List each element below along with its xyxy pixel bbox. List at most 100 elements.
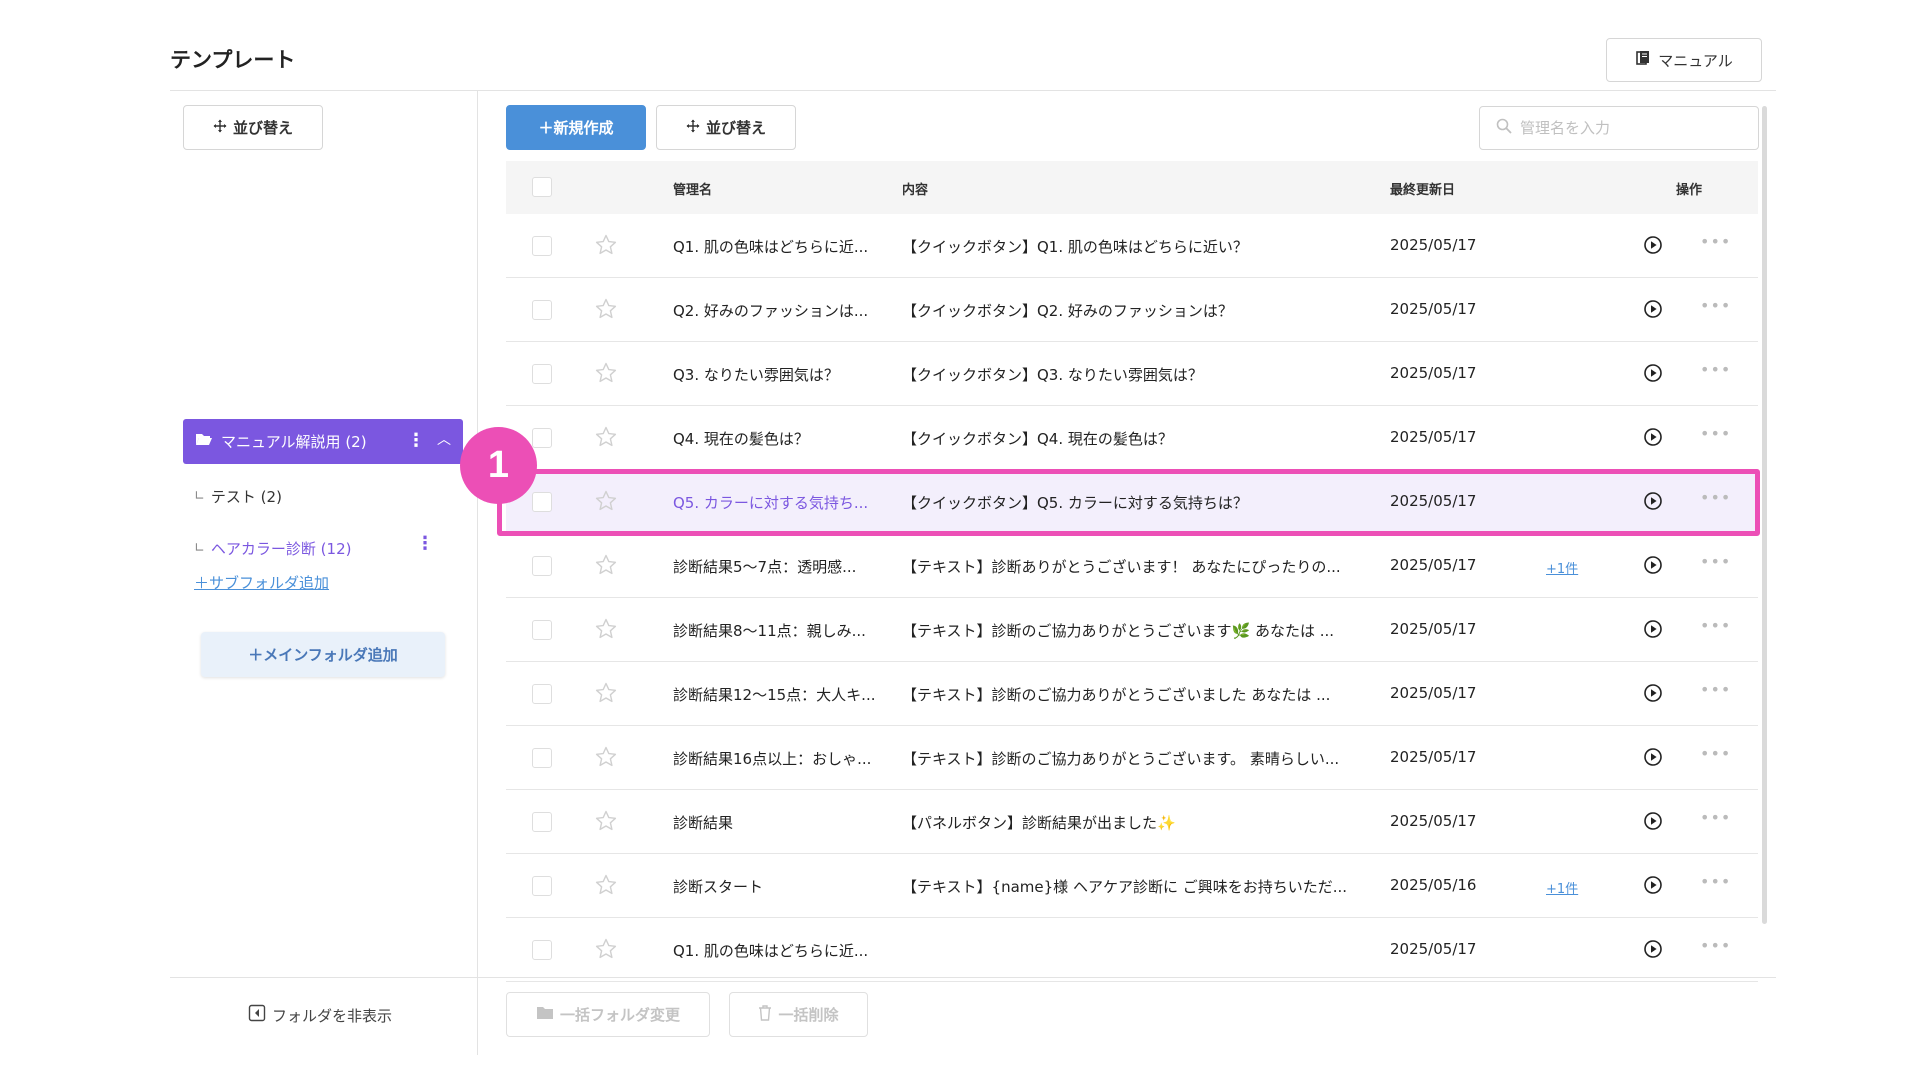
- sidebar-sort-button[interactable]: 並び替え: [183, 105, 323, 150]
- table-row[interactable]: 診断結果8〜11点：親しみ... 【テキスト】診断のご協力ありがとうございます🌿 …: [506, 598, 1758, 662]
- table-row[interactable]: 診断結果 【パネルボタン】診断結果が出ました✨ 2025/05/17 •••: [506, 790, 1758, 854]
- table-row[interactable]: Q1. 肌の色味はどちらに近... 2025/05/17 •••: [506, 918, 1758, 982]
- play-icon[interactable]: [1643, 299, 1663, 323]
- subfolder-prefix: ∟: [194, 541, 205, 556]
- table-row[interactable]: Q2. 好みのファッションは... 【クイックボタン】Q2. 好みのファッションは…: [506, 278, 1758, 342]
- row-updated-date: 2025/05/17: [1390, 300, 1477, 318]
- row-extra-count-link[interactable]: +1件: [1546, 878, 1578, 897]
- row-checkbox[interactable]: [532, 876, 552, 896]
- more-options-icon[interactable]: •••: [1700, 232, 1731, 251]
- subfolder-menu-icon[interactable]: ⋮: [416, 533, 434, 554]
- play-icon[interactable]: [1643, 683, 1663, 707]
- table-header: 管理名 内容 最終更新日 操作: [506, 161, 1758, 214]
- row-name: 診断結果8〜11点：親しみ...: [673, 622, 866, 640]
- table-scrollbar[interactable]: [1762, 106, 1767, 924]
- table-row[interactable]: Q5. カラーに対する気持ち... 【クイックボタン】Q5. カラーに対する気持ち…: [506, 470, 1758, 534]
- subfolder-item-haircolor[interactable]: ∟ ヘアカラー診断 (12): [194, 538, 351, 559]
- row-content: 【パネルボタン】診断結果が出ました✨: [902, 814, 1176, 832]
- row-updated-date: 2025/05/17: [1390, 556, 1477, 574]
- page-title: テンプレート: [170, 48, 296, 72]
- star-icon[interactable]: [594, 361, 618, 385]
- row-updated-date: 2025/05/17: [1390, 748, 1477, 766]
- hide-folder-button[interactable]: フォルダを非表示: [248, 1004, 392, 1026]
- more-options-icon[interactable]: •••: [1700, 936, 1731, 955]
- more-options-icon[interactable]: •••: [1700, 744, 1731, 763]
- more-options-icon[interactable]: •••: [1700, 552, 1731, 571]
- book-icon: [1635, 50, 1651, 70]
- table-row[interactable]: Q4. 現在の髪色は？ 【クイックボタン】Q4. 現在の髪色は？ 2025/05/1…: [506, 406, 1758, 470]
- play-icon[interactable]: [1643, 427, 1663, 451]
- add-main-folder-button[interactable]: ＋メインフォルダ追加: [201, 632, 445, 677]
- column-header-content: 内容: [902, 183, 929, 198]
- star-icon[interactable]: [594, 553, 618, 577]
- star-icon[interactable]: [594, 233, 618, 257]
- row-checkbox[interactable]: [532, 428, 552, 448]
- sort-button[interactable]: 並び替え: [656, 105, 796, 150]
- add-subfolder-link[interactable]: ＋サブフォルダ追加: [194, 572, 329, 593]
- star-icon[interactable]: [594, 425, 618, 449]
- row-checkbox[interactable]: [532, 684, 552, 704]
- more-options-icon[interactable]: •••: [1700, 616, 1731, 635]
- column-header-updated[interactable]: 最終更新日: [1390, 179, 1455, 198]
- play-icon[interactable]: [1643, 875, 1663, 899]
- folder-item-main[interactable]: マニュアル解説用 (2) ⋮ ︿: [183, 419, 463, 464]
- play-icon[interactable]: [1643, 939, 1663, 963]
- more-options-icon[interactable]: •••: [1700, 360, 1731, 379]
- play-icon[interactable]: [1643, 363, 1663, 387]
- star-icon[interactable]: [594, 681, 618, 705]
- star-icon[interactable]: [594, 745, 618, 769]
- column-header-name[interactable]: 管理名: [673, 179, 712, 198]
- table-row[interactable]: Q3. なりたい雰囲気は？ 【クイックボタン】Q3. なりたい雰囲気は？ 2025/…: [506, 342, 1758, 406]
- select-all-checkbox[interactable]: [532, 177, 552, 197]
- more-options-icon[interactable]: •••: [1700, 680, 1731, 699]
- row-checkbox[interactable]: [532, 300, 552, 320]
- bulk-delete-label: 一括削除: [778, 1006, 839, 1024]
- play-icon[interactable]: [1643, 491, 1663, 515]
- new-template-button[interactable]: ＋新規作成: [506, 105, 646, 150]
- folder-menu-icon[interactable]: ⋮: [407, 430, 425, 451]
- more-options-icon[interactable]: •••: [1700, 296, 1731, 315]
- row-checkbox[interactable]: [532, 364, 552, 384]
- more-options-icon[interactable]: •••: [1700, 872, 1731, 891]
- row-checkbox[interactable]: [532, 812, 552, 832]
- manual-button[interactable]: マニュアル: [1606, 38, 1762, 82]
- subfolder-prefix: ∟: [194, 489, 205, 504]
- more-options-icon[interactable]: •••: [1700, 488, 1731, 507]
- more-options-icon[interactable]: •••: [1700, 424, 1731, 443]
- search-box[interactable]: [1479, 106, 1759, 150]
- table-row[interactable]: 診断結果12〜15点：大人キ... 【テキスト】診断のご協力ありがとうございました…: [506, 662, 1758, 726]
- row-extra-count-link[interactable]: +1件: [1546, 558, 1578, 577]
- play-icon[interactable]: [1643, 619, 1663, 643]
- play-icon[interactable]: [1643, 811, 1663, 835]
- row-name: Q2. 好みのファッションは...: [673, 302, 869, 320]
- more-options-icon[interactable]: •••: [1700, 808, 1731, 827]
- table-row[interactable]: 診断スタート 【テキスト】{name}様 ヘアケア診断に ご興味をお持ちいただ..…: [506, 854, 1758, 918]
- bulk-folder-change-button[interactable]: 一括フォルダ変更: [506, 992, 710, 1037]
- star-icon[interactable]: [594, 489, 618, 513]
- bulk-delete-button[interactable]: 一括削除: [729, 992, 868, 1037]
- row-name: 診断結果12〜15点：大人キ...: [673, 686, 876, 704]
- row-checkbox[interactable]: [532, 236, 552, 256]
- star-icon[interactable]: [594, 873, 618, 897]
- row-checkbox[interactable]: [532, 556, 552, 576]
- subfolder-item-test[interactable]: ∟ テスト (2): [194, 486, 282, 507]
- star-icon[interactable]: [594, 297, 618, 321]
- star-icon[interactable]: [594, 617, 618, 641]
- row-checkbox[interactable]: [532, 940, 552, 960]
- play-icon[interactable]: [1643, 747, 1663, 771]
- row-checkbox[interactable]: [532, 748, 552, 768]
- table-row[interactable]: Q1. 肌の色味はどちらに近... 【クイックボタン】Q1. 肌の色味はどちらに近…: [506, 214, 1758, 278]
- star-icon[interactable]: [594, 809, 618, 833]
- row-name: 診断スタート: [673, 878, 764, 896]
- row-name: Q1. 肌の色味はどちらに近...: [673, 942, 869, 960]
- play-icon[interactable]: [1643, 235, 1663, 259]
- chevron-up-icon[interactable]: ︿: [437, 429, 451, 449]
- row-checkbox[interactable]: [532, 620, 552, 640]
- row-name: 診断結果16点以上：おしゃ...: [673, 750, 872, 768]
- play-icon[interactable]: [1643, 555, 1663, 579]
- star-icon[interactable]: [594, 937, 618, 961]
- search-input[interactable]: [1520, 119, 1740, 137]
- table-row[interactable]: 診断結果5〜7点：透明感... 【テキスト】診断ありがとうございます！ あなたにぴ…: [506, 534, 1758, 598]
- row-checkbox[interactable]: [532, 492, 552, 512]
- table-row[interactable]: 診断結果16点以上：おしゃ... 【テキスト】診断のご協力ありがとうございます。 …: [506, 726, 1758, 790]
